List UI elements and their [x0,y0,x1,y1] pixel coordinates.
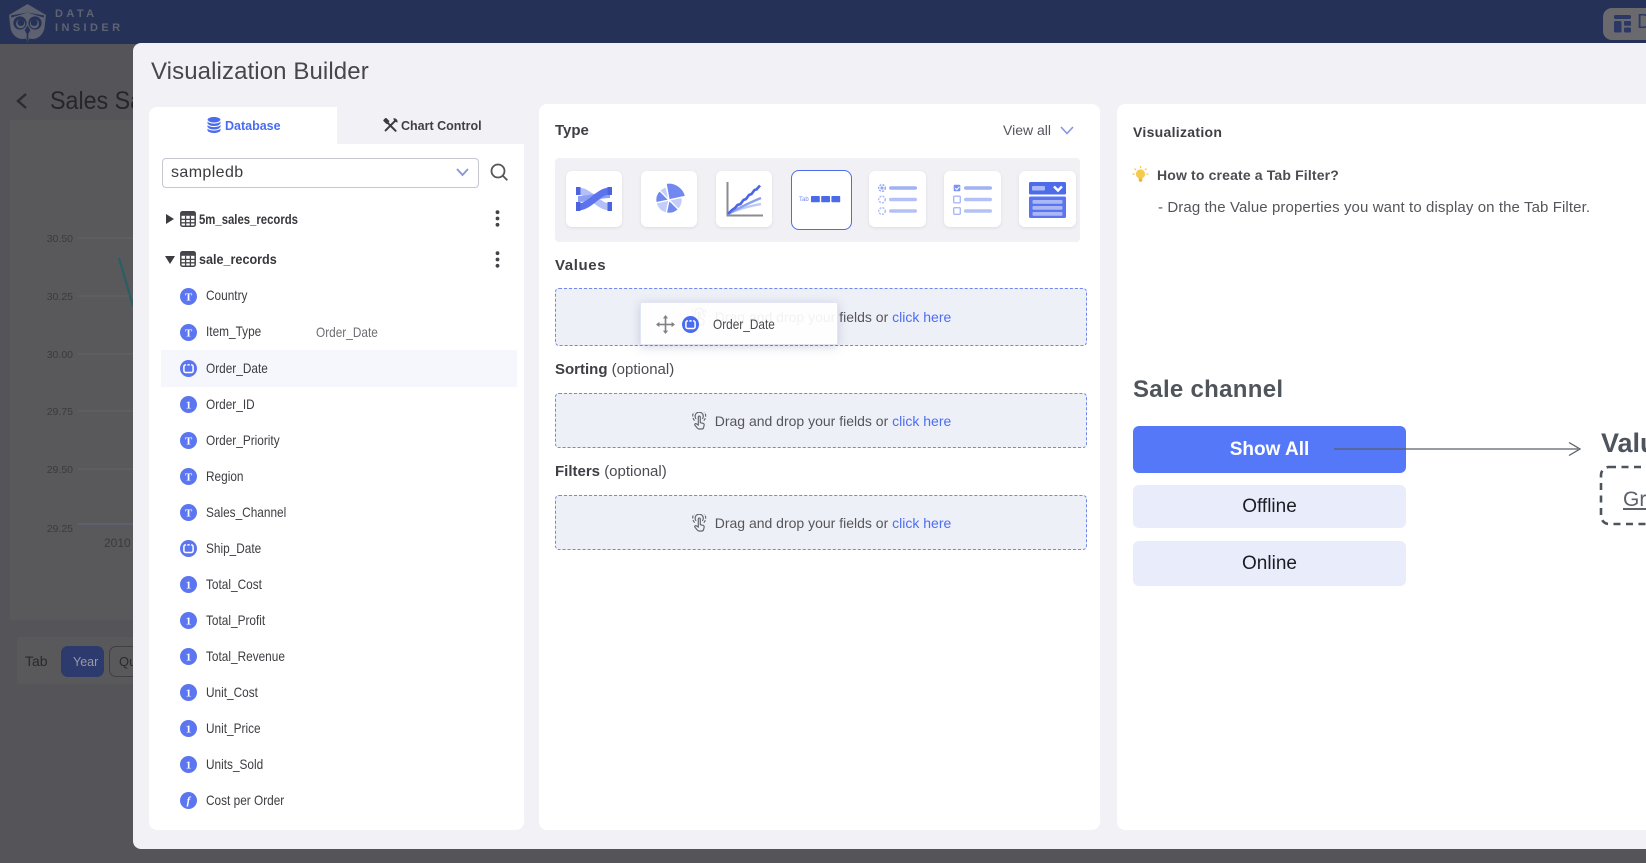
svg-text:1: 1 [186,651,192,663]
svg-text:T: T [185,327,193,339]
svg-text:T: T [185,435,193,447]
svg-text:1: 1 [186,615,192,627]
svg-text:T: T [185,507,193,519]
svg-text:29.25: 29.25 [47,523,73,535]
svg-text:1: 1 [186,759,192,771]
svg-text:T: T [185,291,193,303]
svg-text:2010: 2010 [104,536,131,550]
svg-text:1: 1 [186,687,192,699]
svg-text:1: 1 [186,579,192,591]
svg-text:29.75: 29.75 [47,406,73,418]
svg-text:30.00: 30.00 [47,349,73,361]
svg-text:1: 1 [186,399,192,411]
svg-text:29.50: 29.50 [47,464,73,476]
svg-text:1: 1 [186,723,192,735]
svg-text:30.25: 30.25 [47,291,73,303]
svg-text:30.50: 30.50 [47,233,73,245]
svg-text:T: T [185,471,193,483]
